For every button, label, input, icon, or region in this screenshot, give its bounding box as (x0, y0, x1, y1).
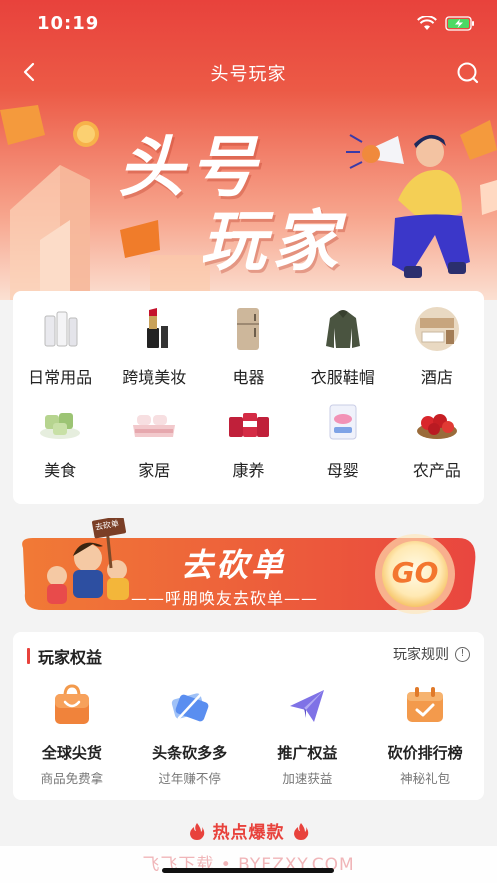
category-item[interactable]: 康养 (201, 397, 295, 490)
navigation-bar: 头号玩家 (0, 56, 497, 90)
hotel-room-icon (412, 304, 462, 354)
lipstick-icon (129, 304, 179, 354)
right-sub: 商品免费拿 (40, 771, 104, 786)
category-label: 日常用品 (28, 368, 93, 387)
rules-link[interactable]: 玩家规则 ! (393, 644, 470, 664)
calendar-check-icon (407, 687, 444, 722)
rights-title: 玩家权益 (38, 648, 103, 667)
category-card: 日常用品 跨境美妆 电器 衣服鞋帽 酒店美食 家居 康养 母婴 农产品 (13, 291, 484, 504)
rules-label: 玩家规则 (393, 647, 449, 663)
flame-icon (189, 822, 204, 840)
diaper-icon (318, 397, 368, 447)
right-sub: 过年赚不停 (158, 771, 221, 786)
go-button[interactable]: GO (389, 556, 441, 589)
search-icon[interactable] (455, 60, 481, 86)
page-title: 头号玩家 (210, 64, 287, 85)
header-banner: 10:19 头号玩家 头号 玩家 (0, 0, 497, 300)
refrigerator-icon (223, 304, 273, 354)
food-icon (35, 397, 85, 447)
battery-charging-icon (445, 16, 474, 31)
shopping-bag-icon (54, 684, 89, 724)
right-sub: 神秘礼包 (400, 771, 451, 786)
fruit-icon (412, 397, 462, 447)
hero-illustration: 头号 玩家 (0, 90, 497, 300)
category-item[interactable]: 衣服鞋帽 (296, 304, 390, 397)
home-indicator[interactable] (162, 868, 334, 873)
category-item[interactable]: 跨境美妆 (107, 304, 201, 397)
daily-goods-icon (35, 304, 85, 354)
right-item-bargain-more[interactable]: 头条砍多多 过年赚不停 (131, 682, 249, 787)
jacket-icon (318, 304, 368, 354)
category-item[interactable]: 电器 (201, 304, 295, 397)
right-name: 头条砍多多 (152, 744, 228, 762)
bargain-banner[interactable]: 去砍单 去砍单 ——呼朋唤友去砍单—— GO (13, 515, 484, 618)
supplement-icon (223, 397, 273, 447)
category-label: 衣服鞋帽 (310, 368, 375, 387)
hot-section-title: 热点爆款 (212, 823, 285, 843)
bedding-icon (129, 397, 179, 447)
right-item-ranking[interactable]: 砍价排行榜 神秘礼包 (366, 682, 484, 787)
category-item[interactable]: 酒店 (390, 304, 484, 397)
category-item[interactable]: 美食 (13, 397, 107, 490)
flame-icon (293, 822, 308, 840)
paper-plane-icon (290, 690, 325, 722)
status-bar: 10:19 (0, 13, 497, 37)
category-label: 跨境美妆 (122, 368, 187, 387)
category-label: 酒店 (420, 368, 453, 387)
wifi-icon (417, 16, 437, 30)
category-label: 康养 (232, 461, 265, 480)
system-icons (417, 16, 475, 31)
coupon-icon (171, 690, 209, 722)
right-name: 全球尖货 (41, 744, 102, 762)
right-item-promotion[interactable]: 推广权益 加速获益 (249, 682, 367, 787)
category-item[interactable]: 农产品 (390, 397, 484, 490)
rights-header: 玩家权益 (27, 644, 102, 668)
category-item[interactable]: 家居 (107, 397, 201, 490)
banner-title: 去砍单 (181, 546, 287, 584)
right-sub: 加速获益 (282, 771, 333, 786)
right-name: 推广权益 (277, 744, 338, 762)
category-label: 电器 (232, 368, 265, 387)
category-item[interactable]: 日常用品 (13, 304, 107, 397)
category-grid: 日常用品 跨境美妆 电器 衣服鞋帽 酒店美食 家居 康养 母婴 农产品 (13, 291, 484, 504)
banner-subtitle: ——呼朋唤友去砍单—— (131, 589, 319, 608)
category-item[interactable]: 母婴 (296, 397, 390, 490)
category-label: 家居 (138, 461, 171, 480)
hot-section-header: 热点爆款 (0, 818, 497, 843)
category-label: 农产品 (412, 461, 461, 480)
right-item-global-goods[interactable]: 全球尖货 商品免费拿 (13, 682, 131, 787)
hero-title-line2: 玩家 (200, 203, 344, 280)
rights-grid: 全球尖货 商品免费拿 头条砍多多 过年赚不停 推广权益 加速获益 砍价排行榜 神… (13, 682, 484, 787)
status-time: 10:19 (37, 13, 100, 34)
watermark-text: 飞飞下载 • BYFZXY.COM (0, 846, 497, 883)
right-name: 砍价排行榜 (387, 744, 463, 762)
player-rights-card: 玩家权益 玩家规则 ! 全球尖货 商品免费拿 头条砍多多 过年赚不停 推广权益 … (13, 632, 484, 800)
category-label: 母婴 (326, 461, 359, 480)
info-icon: ! (455, 646, 470, 662)
category-label: 美食 (44, 461, 77, 480)
section-accent-bar (27, 648, 30, 664)
